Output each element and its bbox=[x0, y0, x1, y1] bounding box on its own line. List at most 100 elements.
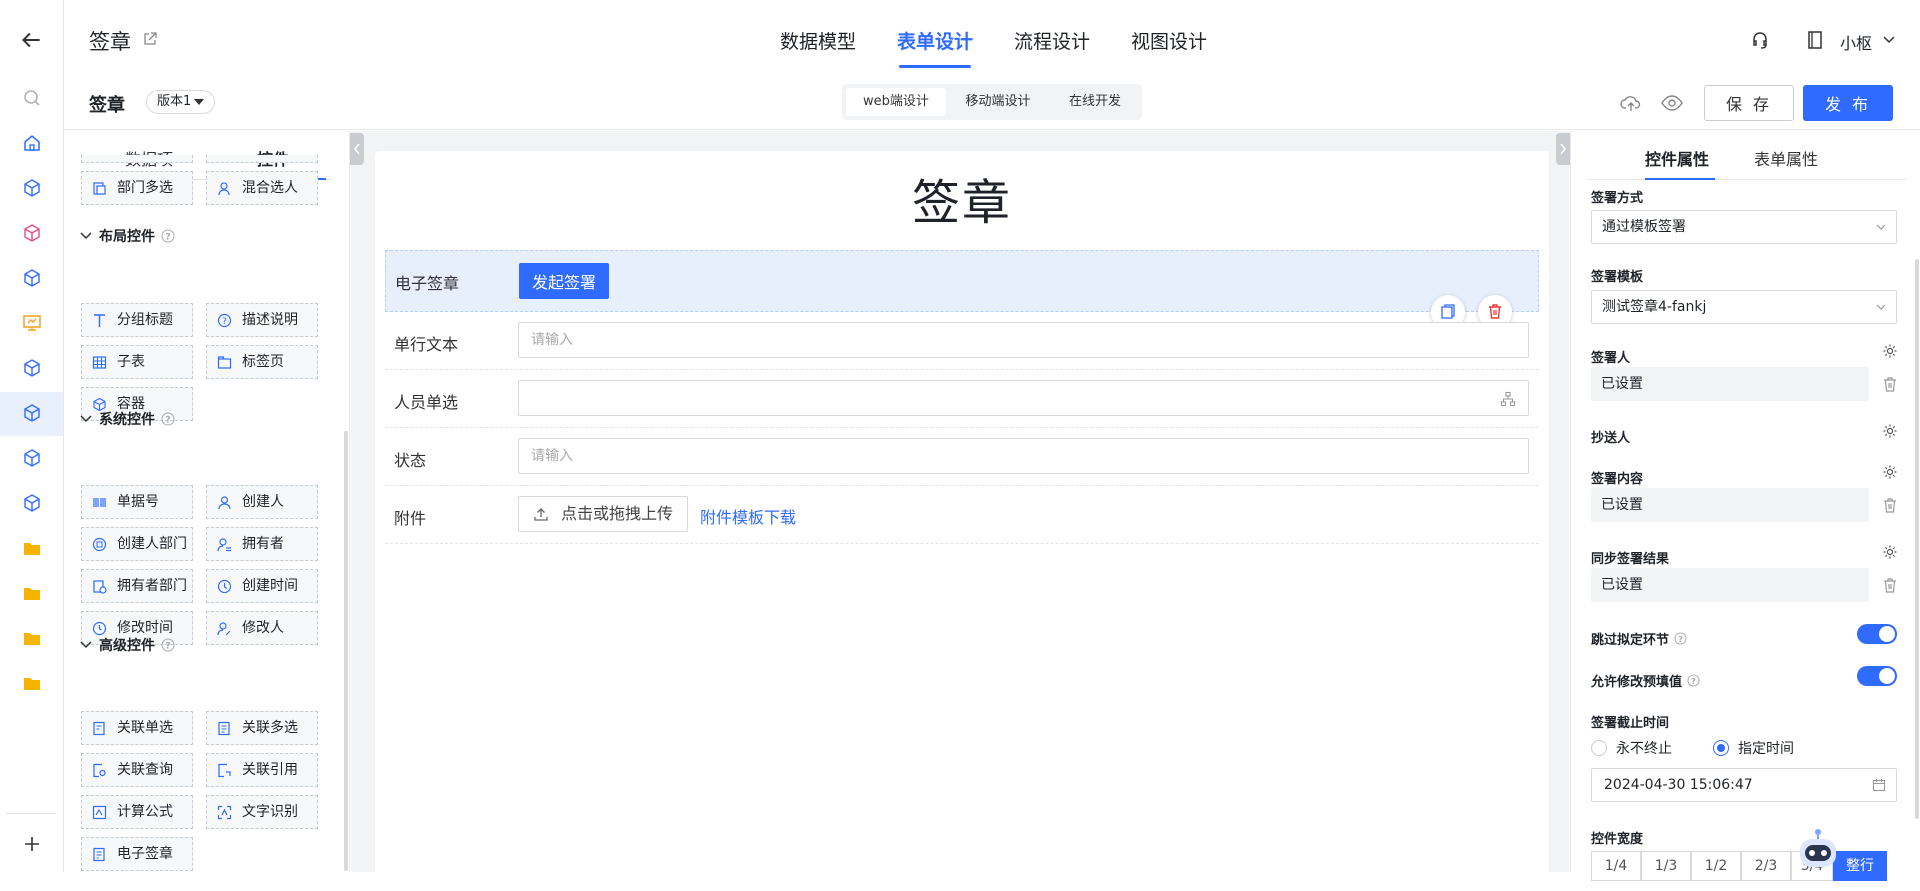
screen-icon[interactable] bbox=[22, 313, 42, 333]
control-creator[interactable]: 创建人 bbox=[206, 485, 318, 519]
width-option-selected[interactable]: 整行 bbox=[1833, 851, 1887, 881]
control-relation-multi[interactable]: 关联多选 bbox=[206, 711, 318, 745]
template-download-link[interactable]: 附件模板下载 bbox=[700, 504, 796, 528]
allow-edit-toggle[interactable] bbox=[1857, 666, 1897, 686]
tab-flow-design[interactable]: 流程设计 bbox=[1014, 27, 1090, 54]
back-arrow-icon[interactable] bbox=[18, 27, 44, 53]
control-modifier[interactable]: 修改人 bbox=[206, 611, 318, 645]
tab-control-properties[interactable]: 控件属性 bbox=[1645, 146, 1709, 170]
cube-icon[interactable] bbox=[22, 358, 42, 378]
folder-icon[interactable] bbox=[22, 628, 42, 648]
control-owner-dept[interactable]: 拥有者部门 bbox=[81, 569, 193, 603]
tab-data-model[interactable]: 数据模型 bbox=[780, 27, 856, 54]
control-ocr[interactable]: 文字识别 bbox=[206, 795, 318, 829]
collapse-left-panel-handle[interactable] bbox=[350, 133, 364, 165]
content-value[interactable]: 已设置 bbox=[1591, 488, 1869, 522]
template-select[interactable]: 测试签章4-fankj bbox=[1591, 290, 1897, 324]
preview-eye-icon[interactable] bbox=[1661, 94, 1683, 112]
save-button[interactable]: 保 存 bbox=[1704, 85, 1794, 121]
deadline-datetime-input[interactable]: 2024-04-30 15:06:47 bbox=[1591, 768, 1897, 802]
folder-icon[interactable] bbox=[22, 583, 42, 603]
control-group-title[interactable]: 分组标题 bbox=[81, 303, 193, 337]
category-system[interactable]: 系统控件? bbox=[80, 409, 175, 429]
control-create-time[interactable]: 创建时间 bbox=[206, 569, 318, 603]
control-description[interactable]: ? 描述说明 bbox=[206, 303, 318, 337]
headset-icon[interactable] bbox=[1750, 30, 1770, 50]
control-subtable[interactable]: 子表 bbox=[81, 345, 193, 379]
trash-icon[interactable] bbox=[1882, 376, 1898, 393]
status-input[interactable]: 请输入 bbox=[518, 438, 1529, 474]
category-layout[interactable]: 布局控件? bbox=[80, 226, 175, 246]
tab-form-design[interactable]: 表单设计 bbox=[897, 27, 973, 54]
trash-icon[interactable] bbox=[1882, 577, 1898, 594]
tab-form-properties[interactable]: 表单属性 bbox=[1754, 146, 1818, 170]
seg-mobile-design[interactable]: 移动端设计 bbox=[946, 88, 1050, 116]
width-option[interactable]: 1/2 bbox=[1691, 851, 1741, 881]
control-formula[interactable]: 计算公式 bbox=[81, 795, 193, 829]
org-chart-icon[interactable] bbox=[1500, 391, 1516, 407]
start-signing-button[interactable]: 发起签署 bbox=[519, 263, 609, 299]
cube-icon[interactable] bbox=[22, 493, 42, 513]
sync-value[interactable]: 已设置 bbox=[1591, 568, 1869, 602]
control-dept-multi[interactable]: 部门多选 bbox=[81, 171, 193, 205]
control-e-signature[interactable]: 电子签章 bbox=[81, 837, 193, 871]
cube-icon[interactable] bbox=[22, 403, 42, 423]
width-option[interactable]: 2/3 bbox=[1741, 851, 1791, 881]
control-doc-number[interactable]: 单据号 bbox=[81, 485, 193, 519]
folder-icon[interactable] bbox=[22, 538, 42, 558]
control-relation-ref[interactable]: 关联引用 bbox=[206, 753, 318, 787]
width-option[interactable]: 1/3 bbox=[1641, 851, 1691, 881]
category-advanced[interactable]: 高级控件? bbox=[80, 635, 175, 655]
skip-draft-toggle[interactable] bbox=[1857, 624, 1897, 644]
gear-icon[interactable] bbox=[1882, 544, 1898, 560]
version-select[interactable]: 版本1 bbox=[146, 90, 215, 114]
search-icon[interactable] bbox=[22, 88, 42, 108]
field-row-e-signature[interactable]: 电子签章 发起签署 bbox=[385, 250, 1539, 329]
gear-icon[interactable] bbox=[1882, 464, 1898, 480]
panel-scrollbar[interactable] bbox=[1915, 259, 1919, 819]
home-icon[interactable] bbox=[22, 133, 42, 153]
calendar-icon[interactable] bbox=[1872, 778, 1886, 792]
tab-view-design[interactable]: 视图设计 bbox=[1131, 27, 1207, 54]
collapse-right-panel-handle[interactable] bbox=[1556, 133, 1570, 165]
control-owner[interactable]: 拥有者 bbox=[206, 527, 318, 561]
help-icon[interactable]: ? bbox=[1674, 632, 1687, 645]
cube-icon[interactable] bbox=[22, 268, 42, 288]
seg-web-design[interactable]: web端设计 bbox=[846, 88, 946, 116]
cube-icon[interactable] bbox=[22, 178, 42, 198]
radio-never-expire[interactable]: 永不终止 bbox=[1591, 738, 1672, 758]
control-creator-dept[interactable]: 创建人部门 bbox=[81, 527, 193, 561]
external-link-icon[interactable] bbox=[142, 31, 158, 47]
user-name[interactable]: 小枢 bbox=[1840, 30, 1872, 54]
cloud-upload-icon[interactable] bbox=[1620, 93, 1642, 113]
signer-value[interactable]: 已设置 bbox=[1591, 367, 1869, 401]
control-relation-query[interactable]: 关联查询 bbox=[81, 753, 193, 787]
folder-icon[interactable] bbox=[22, 673, 42, 693]
help-icon[interactable]: ? bbox=[1687, 674, 1700, 687]
gear-icon[interactable] bbox=[1882, 343, 1898, 359]
upload-button[interactable]: 点击或拖拽上传 bbox=[518, 496, 688, 532]
skip-draft-label: 跳过拟定环节? bbox=[1591, 629, 1687, 648]
single-text-input[interactable]: 请输入 bbox=[518, 322, 1529, 358]
cube-icon[interactable] bbox=[22, 448, 42, 468]
plus-icon[interactable] bbox=[22, 834, 42, 854]
person-select-input[interactable] bbox=[518, 380, 1529, 416]
radio-specified-time[interactable]: 指定时间 bbox=[1713, 738, 1794, 758]
gear-icon[interactable] bbox=[1882, 423, 1898, 439]
assistant-robot-icon[interactable] bbox=[1796, 824, 1840, 872]
cube-pink-icon[interactable] bbox=[22, 223, 42, 243]
panel-scrollbar[interactable] bbox=[344, 431, 348, 871]
sign-method-select[interactable]: 通过模板签署 bbox=[1591, 210, 1897, 244]
help-icon[interactable]: ? bbox=[161, 638, 175, 652]
publish-button[interactable]: 发 布 bbox=[1803, 85, 1893, 121]
chevron-down-icon[interactable] bbox=[1882, 34, 1896, 46]
help-icon[interactable]: ? bbox=[161, 229, 175, 243]
control-mixed-select[interactable]: 混合选人 bbox=[206, 171, 318, 205]
trash-icon[interactable] bbox=[1882, 497, 1898, 514]
control-relation-single[interactable]: 关联单选 bbox=[81, 711, 193, 745]
control-tabs[interactable]: 标签页 bbox=[206, 345, 318, 379]
width-option[interactable]: 1/4 bbox=[1591, 851, 1641, 881]
book-icon[interactable] bbox=[1806, 30, 1824, 50]
seg-online-dev[interactable]: 在线开发 bbox=[1050, 88, 1140, 116]
help-icon[interactable]: ? bbox=[161, 412, 175, 426]
